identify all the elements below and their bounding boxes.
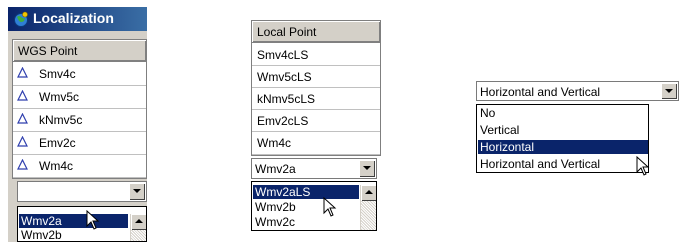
window-titlebar: Localization: [8, 7, 147, 31]
dropdown-option[interactable]: Wmv2b: [253, 200, 359, 214]
dropdown-option[interactable]: Wmv2a: [19, 214, 128, 228]
globe-icon: [14, 11, 28, 27]
triangle-point-icon: [17, 159, 28, 170]
mouse-cursor-icon: [636, 156, 650, 176]
combobox-value: Horizontal and Vertical: [480, 85, 601, 99]
dropdown-scrollbar[interactable]: [360, 185, 376, 230]
wgs-point-combobox[interactable]: [17, 181, 147, 202]
triangle-point-icon: [17, 113, 28, 124]
column-header-label: WGS Point: [18, 44, 78, 58]
combobox-value: Wmv2a: [255, 162, 296, 176]
list-item-label: kNmv5cLS: [257, 92, 316, 106]
list-item-label: Smv4cLS: [257, 48, 309, 62]
scroll-up-button[interactable]: [361, 185, 376, 201]
localization-window: Localization WGS Point Smv4c Wmv5c kNmv5…: [8, 7, 147, 242]
column-header-wgs-point[interactable]: WGS Point: [13, 40, 146, 62]
mouse-cursor-icon: [323, 197, 337, 217]
window-title: Localization: [33, 10, 114, 26]
dropdown-option[interactable]: Horizontal and Vertical: [478, 157, 648, 171]
list-item[interactable]: Wm4c: [13, 155, 146, 178]
dropdown-scrollbar[interactable]: [130, 214, 146, 241]
mouse-cursor-icon: [86, 210, 100, 230]
list-item[interactable]: Wmv5c: [13, 86, 146, 109]
list-item[interactable]: Emv2c: [13, 132, 146, 155]
list-item[interactable]: kNmv5c: [13, 109, 146, 132]
list-item-label: Wmv5c: [39, 90, 79, 104]
dropdown-option[interactable]: Wmv2b: [19, 228, 128, 241]
list-item-label: Wmv5cLS: [257, 70, 312, 84]
list-item[interactable]: Wmv5cLS: [252, 66, 380, 88]
list-item[interactable]: Smv4cLS: [252, 44, 380, 66]
dropdown-option[interactable]: Wmv2c: [253, 215, 359, 229]
dropdown-option[interactable]: Horizontal: [478, 140, 648, 154]
list-item-label: Smv4c: [39, 67, 76, 81]
list-item[interactable]: Emv2cLS: [252, 110, 380, 132]
local-point-list[interactable]: Local Point Smv4cLS Wmv5cLS kNmv5cLS Emv…: [251, 20, 381, 156]
list-item[interactable]: Smv4c: [13, 63, 146, 86]
mode-combobox[interactable]: Horizontal and Vertical: [476, 81, 679, 101]
wgs-point-dropdown: Wmv2a Wmv2b: [17, 206, 147, 242]
local-point-combobox[interactable]: Wmv2a: [251, 158, 377, 179]
chevron-down-icon[interactable]: [129, 183, 145, 200]
column-header-label: Local Point: [257, 25, 317, 39]
list-item-label: Wm4c: [257, 136, 291, 150]
list-item-label: Emv2c: [39, 136, 76, 150]
column-header-local-point[interactable]: Local Point: [252, 21, 380, 43]
list-item[interactable]: kNmv5cLS: [252, 88, 380, 110]
triangle-point-icon: [17, 136, 28, 147]
mode-dropdown: No Vertical Horizontal Horizontal and Ve…: [476, 104, 649, 173]
list-item-label: Wm4c: [39, 159, 73, 173]
dropdown-option[interactable]: Vertical: [478, 123, 648, 137]
triangle-point-icon: [17, 90, 28, 101]
local-point-dropdown: Wmv2aLS Wmv2b Wmv2c: [251, 181, 377, 231]
scroll-up-button[interactable]: [131, 214, 146, 230]
wgs-point-list[interactable]: WGS Point Smv4c Wmv5c kNmv5c Emv2c Wm4c: [12, 39, 147, 179]
chevron-down-icon[interactable]: [661, 83, 677, 99]
chevron-down-icon[interactable]: [359, 160, 375, 177]
list-item[interactable]: Wm4c: [252, 132, 380, 155]
dropdown-option[interactable]: Wmv2aLS: [253, 185, 359, 199]
list-item-label: Emv2cLS: [257, 114, 309, 128]
triangle-point-icon: [17, 67, 28, 78]
dropdown-option[interactable]: No: [478, 106, 648, 120]
list-item-label: kNmv5c: [39, 113, 83, 127]
